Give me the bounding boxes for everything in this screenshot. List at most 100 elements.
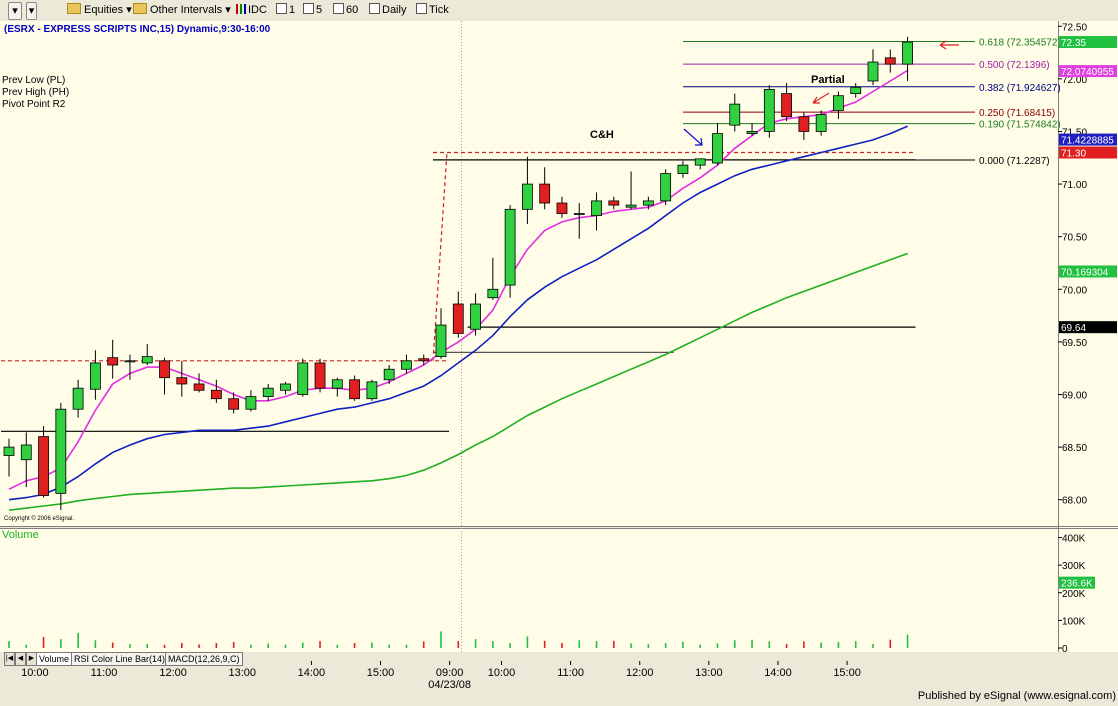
other-intervals-label: Other Intervals — [150, 4, 223, 16]
time-tick-label: 15:00 — [367, 667, 395, 679]
equities-label: Equities — [84, 4, 124, 16]
time-tick-label: 15:00 — [833, 667, 861, 679]
candle-up — [625, 204, 637, 208]
equities-menu[interactable]: Equities ▾ — [67, 2, 132, 18]
fib-label: 0.618 (72.354572) — [979, 38, 1061, 49]
folder-icon — [133, 3, 147, 14]
toolbar-more-icon[interactable]: ▾ — [26, 2, 37, 20]
price-tick-label: 70.00 — [1062, 285, 1087, 296]
candle-up — [470, 303, 481, 330]
fib-label: 0.190 (71.574842) — [979, 120, 1061, 131]
candle-up — [124, 360, 136, 363]
price-badge-label: 72.35 — [1061, 38, 1086, 49]
candle-down — [314, 362, 326, 389]
time-tick-label: 11:00 — [91, 667, 118, 679]
tab-volume[interactable]: Volume — [36, 652, 73, 666]
interval-daily[interactable]: Daily — [369, 2, 406, 18]
candle-up — [90, 362, 101, 390]
time-tick-label: 12:00 — [626, 667, 654, 679]
candle-down — [349, 379, 361, 400]
volume-tick-label: 0 — [1062, 644, 1068, 655]
candle-up — [573, 213, 585, 215]
interval-label: 1 — [289, 4, 296, 16]
time-tick-label: 12:00 — [159, 667, 187, 679]
candle-down — [781, 93, 792, 118]
candle-up — [746, 131, 758, 134]
time-tick-label: 09:00 — [436, 667, 464, 679]
time-tick-label: 10:00 — [21, 667, 49, 679]
candle-up — [850, 86, 862, 94]
other-intervals-menu[interactable]: Other Intervals ▾ — [133, 2, 231, 18]
candle-up — [297, 362, 309, 395]
time-tick-label: 14:00 — [764, 667, 792, 679]
interval-5[interactable]: 5 — [303, 2, 322, 18]
scroll-prev-icon[interactable]: ◀ — [15, 652, 26, 666]
candle-down — [193, 383, 205, 391]
legend-prev-low: Prev Low (PL) — [2, 75, 65, 86]
candle-up — [504, 208, 516, 286]
legend-pivot-r2: Pivot Point R2 — [2, 99, 66, 110]
candle-up — [902, 41, 913, 65]
candle-up — [522, 183, 533, 210]
price-tick-label: 70.50 — [1062, 233, 1087, 244]
time-tick-label: 13:00 — [229, 667, 257, 679]
publisher-text: Published by eSignal (www.esignal.com) — [917, 690, 1116, 702]
toolbar-menu-icon[interactable]: ▾ — [8, 2, 22, 20]
checkbox-icon — [333, 3, 344, 14]
price-tick-label: 69.50 — [1062, 338, 1087, 349]
chevron-down-icon: ▾ — [126, 4, 132, 16]
candle-up — [694, 158, 706, 166]
toolbar: ▾ ▾ Equities ▾ Other Intervals ▾ IDC 1 5… — [0, 0, 1118, 22]
chart-title: (ESRX - EXPRESS SCRIPTS INC,15) Dynamic,… — [4, 24, 271, 35]
price-badge-label: 72.0740955 — [1061, 67, 1114, 78]
candle-up — [383, 368, 395, 381]
interval-idc[interactable]: IDC — [236, 2, 267, 18]
fib-label: 0.000 (71.2287) — [979, 156, 1050, 167]
time-tick-label: 14:00 — [298, 667, 326, 679]
scroll-first-icon[interactable]: |◀ — [4, 652, 15, 666]
volume-badge-label: 236.6K — [1061, 579, 1093, 590]
price-tick-label: 71.00 — [1062, 180, 1087, 191]
interval-tick[interactable]: Tick — [416, 2, 449, 18]
interval-60[interactable]: 60 — [333, 2, 358, 18]
price-badge-label: 71.4228885 — [1061, 136, 1114, 147]
candle-up — [642, 200, 654, 206]
candle-down — [418, 358, 430, 362]
bar-chart-icon — [236, 4, 246, 14]
price-chart[interactable]: 0.618 (72.354572) 0.500 (72.1396) 0.382 (7… — [0, 21, 1118, 706]
candle-up — [331, 379, 343, 389]
tab-rsi[interactable]: RSI Color Line Bar(14) — [71, 652, 169, 666]
candle-up — [763, 88, 775, 132]
price-badge-label: 70.169304 — [1061, 267, 1109, 278]
candle-up — [141, 356, 153, 364]
candle-up — [660, 173, 672, 202]
price-axis-panel — [1058, 21, 1118, 652]
copyright-text: Copyright © 2006 eSignal. — [4, 515, 74, 522]
interval-1[interactable]: 1 — [276, 2, 295, 18]
price-badge-label: 69.64 — [1061, 323, 1086, 334]
interval-label: Daily — [382, 4, 407, 16]
candle-up — [72, 387, 84, 410]
legend-prev-high: Prev High (PH) — [2, 87, 69, 98]
checkbox-icon — [276, 3, 287, 14]
checkbox-icon — [303, 3, 314, 14]
candle-down — [38, 436, 49, 496]
candle-up — [591, 200, 602, 217]
tab-macd[interactable]: MACD(12,26,9,C) — [165, 652, 243, 666]
time-tick-label: 10:00 — [488, 667, 516, 679]
candle-up — [401, 360, 412, 370]
candle-up — [366, 381, 378, 400]
interval-label: 5 — [316, 4, 323, 16]
interval-label: Tick — [429, 4, 449, 16]
candle-down — [210, 389, 222, 400]
candle-up — [280, 383, 291, 391]
time-tick-label: 11:00 — [557, 667, 584, 679]
price-tick-label: 68.00 — [1062, 496, 1087, 507]
chevron-down-icon: ▾ — [225, 4, 231, 16]
candle-down — [798, 116, 810, 132]
price-panel — [0, 21, 1058, 526]
interval-label: 60 — [346, 4, 359, 16]
candle-up — [487, 288, 499, 299]
candle-down — [556, 202, 568, 214]
candle-up — [729, 103, 741, 126]
